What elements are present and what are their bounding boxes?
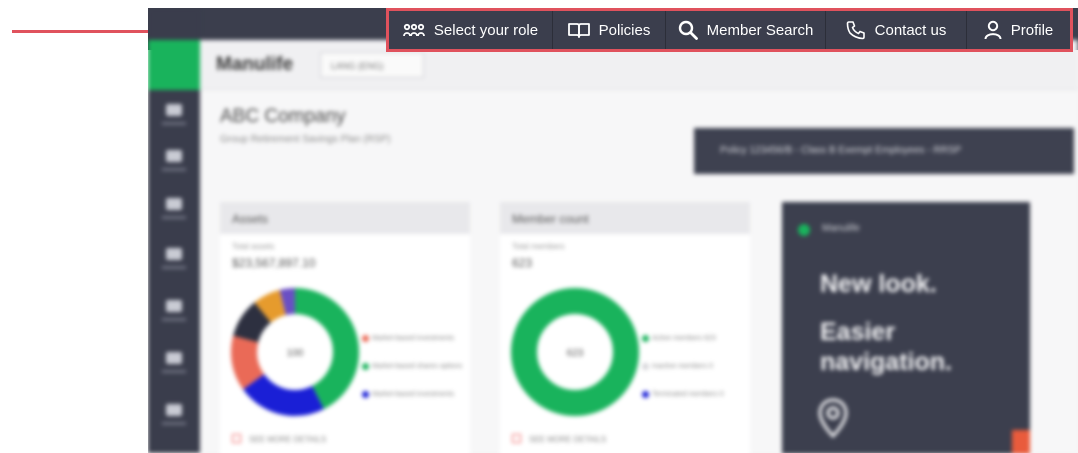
sidebar-item-help-icon[interactable]	[166, 404, 182, 416]
top-navigation-bar: Select your role Policies Member Search …	[386, 8, 1073, 52]
sidebar-item-settings-icon[interactable]	[166, 198, 182, 210]
select-role-button[interactable]: Select your role	[389, 11, 553, 49]
company-name: ABC Company	[220, 106, 346, 127]
people-group-icon	[402, 23, 425, 37]
sidebar-item-label	[162, 168, 186, 171]
sidebar-item-label	[162, 422, 186, 425]
policies-button[interactable]: Policies	[553, 11, 666, 49]
member-donut-chart: 623	[511, 288, 639, 416]
sidebar-item-reports-icon[interactable]	[166, 300, 182, 312]
promo-panel: Manulife New look. Easier navigation.	[782, 202, 1030, 453]
open-book-icon	[567, 23, 590, 38]
assets-view-details-link[interactable]: SEE MORE DETAILS	[232, 434, 326, 444]
assets-total-value: $23,567,897.10	[232, 256, 316, 270]
legend-label: Market-based investments	[372, 335, 455, 342]
profile-label: Profile	[1010, 21, 1054, 39]
blurred-dashboard: Manulife LANG (ENG) ABC Company Group Re…	[148, 8, 1078, 453]
location-pin-icon	[818, 398, 848, 438]
legend-dot	[642, 335, 649, 342]
search-icon	[678, 20, 698, 40]
view-link-label: SEE MORE DETAILS	[249, 435, 327, 444]
policies-label: Policies	[598, 21, 651, 39]
sidebar-item-upload-icon[interactable]	[166, 248, 182, 260]
sidebar-item-home-icon[interactable]	[166, 104, 182, 116]
screenshot-stage: Manulife LANG (ENG) ABC Company Group Re…	[0, 0, 1078, 453]
assets-legend-item: Market-based investments	[362, 390, 464, 399]
language-button[interactable]: LANG (ENG)	[320, 52, 424, 78]
contact-us-button[interactable]: Contact us	[826, 11, 967, 49]
legend-dot	[362, 363, 369, 370]
sidebar-item-label	[162, 216, 186, 219]
promo-headline-3: navigation.	[820, 348, 952, 376]
contact-us-label: Contact us	[874, 21, 947, 39]
legend-dot	[642, 391, 649, 398]
promo-brand: Manulife	[822, 223, 860, 234]
legend-dot	[362, 391, 369, 398]
assets-donut-center: 100	[287, 348, 304, 359]
promo-logo-dot	[798, 224, 810, 236]
legend-label: Terminated members 0	[652, 391, 724, 398]
brand-logo[interactable]: Manulife	[216, 54, 293, 76]
assets-total-label: Total assets	[232, 242, 275, 251]
assets-legend-item: Market-based investments	[362, 334, 464, 343]
app-window: Manulife LANG (ENG) ABC Company Group Re…	[148, 8, 1078, 453]
member-legend-item: Active members 623	[642, 334, 744, 343]
legend-dot	[642, 363, 649, 370]
view-link-label: SEE MORE DETAILS	[529, 435, 607, 444]
member-count-card: Member count Total members 623 623 Activ…	[500, 202, 750, 453]
member-legend-item: Terminated members 0	[642, 390, 744, 399]
legend-label: Market-based investments	[372, 391, 455, 398]
details-icon	[512, 434, 521, 443]
legend-label: Inactive members 0	[652, 363, 714, 370]
sidebar-item-label	[162, 122, 186, 125]
promo-corner-badge	[1012, 430, 1030, 453]
member-card-title: Member count	[500, 202, 750, 234]
policy-selector[interactable]: Policy 123456/B - Class B Exempt Employe…	[694, 128, 1074, 174]
legend-label: Active members 623	[652, 335, 716, 342]
promo-headline-1: New look.	[820, 270, 937, 298]
promo-headline-2: Easier	[820, 318, 896, 346]
sidebar-item-documents-icon[interactable]	[166, 150, 182, 162]
member-total-label: Total members	[512, 242, 565, 251]
member-total-value: 623	[512, 256, 533, 270]
member-donut-center: 623	[567, 348, 584, 359]
sidebar-item-label	[162, 266, 186, 269]
sidebar-item-label	[162, 318, 186, 321]
assets-card-title: Assets	[220, 202, 470, 234]
select-role-label: Select your role	[433, 21, 539, 39]
member-search-button[interactable]: Member Search	[666, 11, 826, 49]
sidebar-item-label	[162, 370, 186, 373]
plan-name: Group Retirement Savings Plan (RSP)	[220, 134, 391, 145]
profile-button[interactable]: Profile	[967, 11, 1070, 49]
phone-icon	[846, 21, 865, 40]
legend-label: Market-based shares options	[372, 363, 463, 370]
member-search-label: Member Search	[706, 21, 814, 39]
details-icon	[232, 434, 241, 443]
assets-donut-chart: 100	[231, 288, 359, 416]
sidebar-logo[interactable]	[148, 40, 200, 90]
user-icon	[984, 20, 1002, 40]
sidebar	[148, 8, 200, 453]
sidebar-item-messages-icon[interactable]	[166, 352, 182, 364]
member-view-details-link[interactable]: SEE MORE DETAILS	[512, 434, 606, 444]
legend-dot	[362, 335, 369, 342]
assets-legend-item: Market-based shares options	[362, 362, 464, 371]
main-content: Manulife LANG (ENG) ABC Company Group Re…	[200, 40, 1078, 453]
assets-card: Assets Total assets $23,567,897.10 100 M…	[220, 202, 470, 453]
member-legend-item: Inactive members 0	[642, 362, 744, 371]
